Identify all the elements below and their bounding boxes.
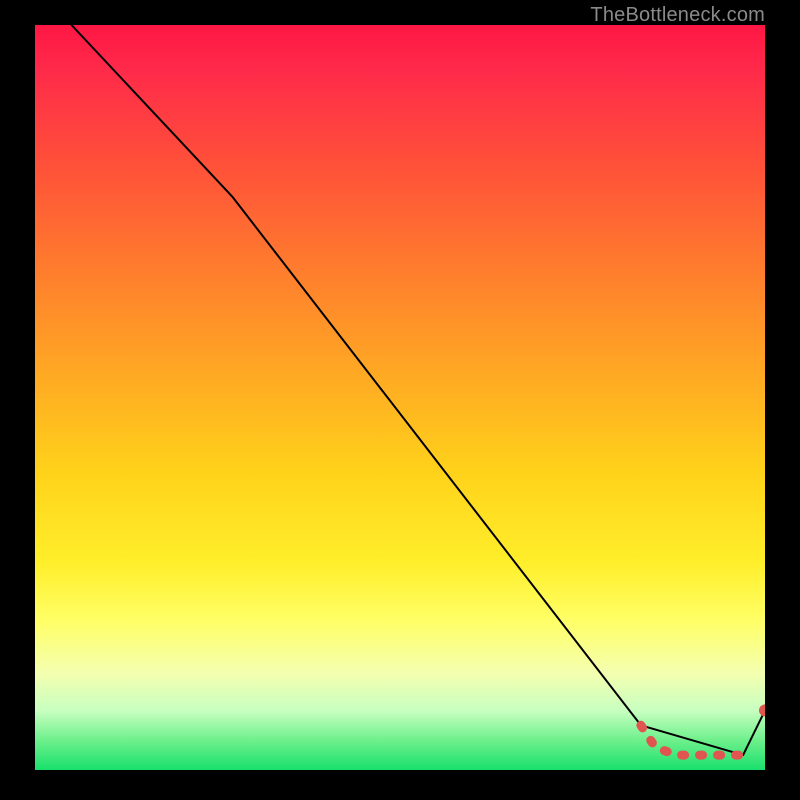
watermark-text: TheBottleneck.com xyxy=(590,4,765,27)
plot-area xyxy=(35,25,765,770)
chart-stage: TheBottleneck.com xyxy=(0,0,800,800)
